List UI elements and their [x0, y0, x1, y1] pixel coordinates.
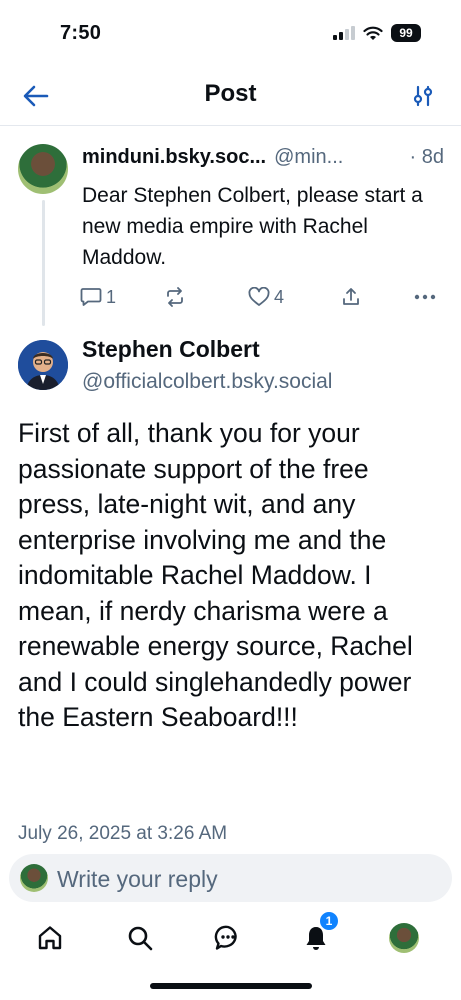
reply-button[interactable]: 1 [80, 282, 116, 312]
main-author-name[interactable]: Stephen Colbert [82, 336, 260, 363]
thread-settings-button[interactable] [407, 80, 439, 112]
main-author-handle[interactable]: @officialcolbert.bsky.social [82, 370, 332, 394]
home-icon [38, 926, 62, 950]
nav-notifications[interactable]: 1 [296, 910, 340, 958]
parent-post-actions: 1 4 [78, 282, 448, 312]
avatar-portrait-icon [18, 340, 68, 390]
status-bar: 7:50 99 [0, 0, 461, 64]
home-indicator [150, 983, 312, 989]
nav-search[interactable] [120, 918, 160, 958]
current-user-avatar [20, 864, 48, 892]
parent-post-text[interactable]: Dear Stephen Colbert, please start a new… [82, 180, 442, 273]
nav-chat[interactable] [208, 918, 248, 958]
repost-icon [167, 287, 183, 307]
search-icon [128, 926, 153, 951]
share-icon [343, 288, 359, 305]
reply-count: 1 [106, 286, 117, 307]
notifications-badge: 1 [318, 910, 340, 932]
thread-line [42, 200, 45, 326]
more-icon [414, 294, 436, 300]
reply-placeholder: Write your reply [57, 866, 218, 892]
share-button[interactable] [341, 282, 361, 312]
reply-input[interactable]: Write your reply [9, 854, 452, 902]
nav-profile[interactable] [384, 918, 424, 958]
like-button[interactable]: 4 [248, 282, 284, 312]
parent-post-age: · 8d [409, 146, 444, 168]
parent-post-header: minduni.bsky.soc... @min... · 8d [82, 146, 444, 169]
signal-icon [333, 26, 355, 40]
sliders-icon [413, 85, 433, 107]
status-icons: 99 [333, 24, 421, 42]
parent-author-avatar[interactable] [18, 144, 68, 194]
nav-home[interactable] [30, 918, 70, 958]
status-time: 7:50 [60, 22, 102, 44]
bottom-nav: 1 [0, 910, 461, 962]
like-count: 4 [274, 286, 285, 307]
post-timestamp: July 26, 2025 at 3:26 AM [18, 823, 228, 844]
parent-author-handle[interactable]: @min... [274, 146, 343, 169]
post-header: Post [0, 64, 461, 126]
parent-author-name[interactable]: minduni.bsky.soc... [82, 146, 266, 169]
comment-icon [80, 288, 102, 306]
main-post-text: First of all, thank you for your passion… [18, 418, 413, 732]
profile-avatar [389, 923, 419, 953]
wifi-icon [363, 26, 383, 40]
heart-icon [248, 287, 270, 306]
battery-indicator: 99 [391, 24, 421, 42]
page-title: Post [204, 80, 257, 107]
more-options-button[interactable] [414, 282, 436, 312]
chat-bubble-icon [214, 925, 237, 950]
main-author-avatar[interactable] [18, 340, 68, 390]
repost-button[interactable] [164, 282, 186, 312]
